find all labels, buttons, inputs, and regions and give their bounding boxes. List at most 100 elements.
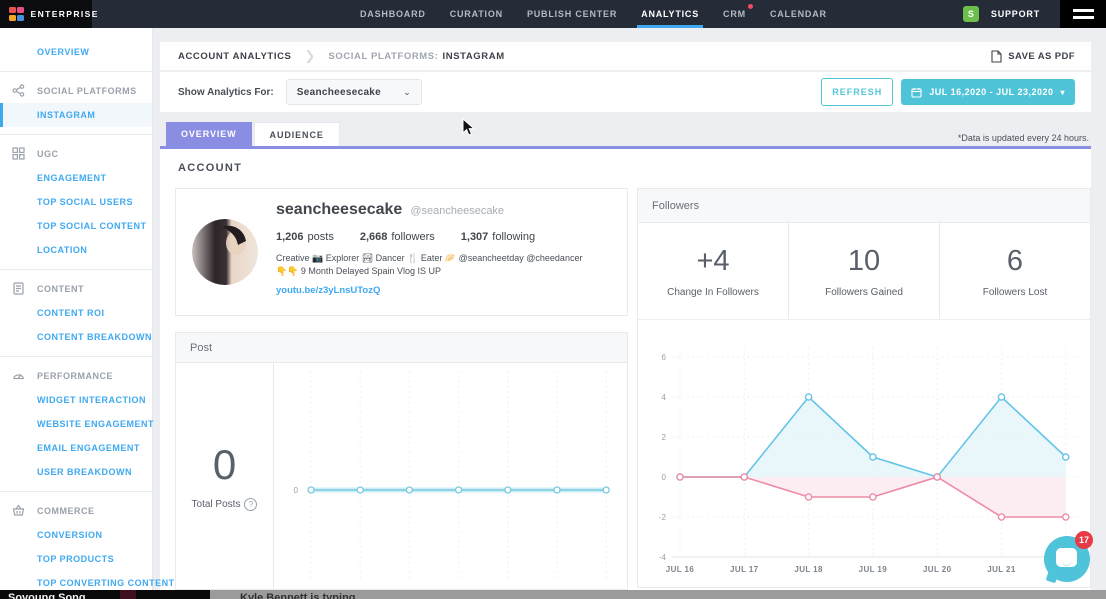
support-link[interactable]: SUPPORT [991,9,1040,19]
sidebar-item-location[interactable]: LOCATION [0,238,152,262]
data-point [934,474,940,480]
sidebar-group-label: UGC [37,149,59,159]
profile-link[interactable]: youtu.be/z3yLnsUTozQ [276,285,380,296]
sidebar-group-social-platforms: SOCIAL PLATFORMS [0,79,152,103]
sidebar-item-content-roi[interactable]: CONTENT ROI [0,301,152,325]
stat-followers-label: followers [391,231,434,243]
hamburger-menu-icon[interactable] [1060,0,1106,28]
profile-avatar [192,219,258,285]
x-tick-label: JUL 16 [666,565,695,574]
account-initial-badge[interactable]: S [963,6,979,22]
sidebar-group-label: CONTENT [37,284,84,294]
divider [0,269,152,270]
breadcrumb-account-analytics[interactable]: ACCOUNT ANALYTICS [178,51,291,62]
total-posts-label: Total Posts ? [192,498,258,511]
data-point [554,487,560,493]
stat-posts-label: posts [308,231,334,243]
posts-line-chart: 0 [274,363,627,589]
nav-curation[interactable]: CURATION [438,0,515,28]
sidebar-item-content-breakdown[interactable]: CONTENT BREAKDOWN [0,325,152,349]
followers-stats-row: +4 Change In Followers 10 Followers Gain… [638,223,1090,320]
stat-followers-gained: 10 Followers Gained [789,223,940,319]
breadcrumb-separator-icon: ❯ [304,42,315,70]
stat-following-label: following [492,231,535,243]
stat-label: Followers Gained [825,287,903,298]
refresh-button[interactable]: REFRESH [821,78,893,106]
gauge-icon [12,369,26,383]
data-update-note: *Data is updated every 24 hours. [958,133,1089,146]
x-tick-label: JUL 18 [794,565,823,574]
save-as-pdf-label: SAVE AS PDF [1008,51,1075,62]
sidebar-item-instagram[interactable]: INSTAGRAM [0,103,152,127]
breadcrumb-platform-prefix: SOCIAL PLATFORMS: [328,51,438,62]
show-analytics-label: Show Analytics For: [178,87,274,98]
logo-square-red [9,7,16,14]
profile-bio-line1: Creative 📷 Explorer 🏞 Dancer 🍴 Eater 🥟 @… [276,252,616,265]
y-tick-label: 0 [294,486,299,495]
nav-crm[interactable]: CRM [711,0,758,28]
nav-calendar[interactable]: CALENDAR [758,0,839,28]
x-tick-label: JUL 17 [730,565,759,574]
date-range-button[interactable]: JUL 16,2020 - JUL 23,2020 ▾ [901,79,1075,105]
sidebar-item-user-breakdown[interactable]: USER BREAKDOWN [0,460,152,484]
data-point [406,487,412,493]
sidebar-item-top-social-content[interactable]: TOP SOCIAL CONTENT [0,214,152,238]
sidebar-item-top-products[interactable]: TOP PRODUCTS [0,547,152,571]
collage-icon [12,147,26,161]
chevron-down-icon: ▾ [1060,88,1065,97]
tab-overview[interactable]: OVERVIEW [166,122,252,146]
nav-analytics[interactable]: ANALYTICS [629,0,711,28]
help-icon[interactable]: ? [244,498,257,511]
stat-followers-lost: 6 Followers Lost [940,223,1090,319]
data-point [456,487,462,493]
sidebar-item-widget-interaction[interactable]: WIDGET INTERACTION [0,388,152,412]
y-tick-label: 4 [662,393,667,402]
sidebar-item-top-social-users[interactable]: TOP SOCIAL USERS [0,190,152,214]
account-select-dropdown[interactable]: Seancheesecake ⌄ [286,79,422,105]
sidebar-item-website-engagement[interactable]: WEBSITE ENGAGEMENT [0,412,152,436]
data-point [998,514,1004,520]
total-posts-block: 0 Total Posts ? [176,363,274,589]
stat-followers-value: 2,668 [360,231,388,243]
stat-value: 10 [848,245,880,278]
stat-value: +4 [696,245,729,278]
main-content: ACCOUNT seancheesecake @seancheesecake 1… [160,149,1091,590]
nav-publish-center[interactable]: PUBLISH CENTER [515,0,629,28]
profile-bio-line2: 👇👇 9 Month Delayed Spain Vlog IS UP [276,265,616,278]
profile-name-row: seancheesecake @seancheesecake [276,201,504,219]
data-point [308,487,314,493]
breadcrumb-platform-value: INSTAGRAM [443,51,505,62]
stat-label: Change In Followers [667,287,759,298]
profile-username: seancheesecake [276,201,402,219]
x-tick-label: JUL 19 [859,565,888,574]
data-point [741,474,747,480]
stat-following: 1,307following [461,231,535,243]
sidebar-item-engagement[interactable]: ENGAGEMENT [0,166,152,190]
sidebar-group-label: SOCIAL PLATFORMS [37,86,137,96]
tab-audience[interactable]: AUDIENCE [254,122,340,146]
sidebar-item-overview[interactable]: OVERVIEW [0,40,152,64]
sidebar-item-conversion[interactable]: CONVERSION [0,523,152,547]
app-root: ENTERPRISE DASHBOARD CURATION PUBLISH CE… [0,0,1106,599]
nav-dashboard[interactable]: DASHBOARD [348,0,438,28]
data-point [870,494,876,500]
total-posts-label-text: Total Posts [192,499,241,510]
logo-square-yellow [9,15,16,22]
post-panel: Post 0 Total Posts ? 0 [175,332,628,590]
profile-handle: @seancheesecake [410,205,504,217]
bottom-overlay-bar: Soyoung Song Kyle Bennett is typing [0,590,1106,599]
sidebar: OVERVIEW SOCIAL PLATFORMS INSTAGRAM UGC … [0,28,153,599]
total-posts-value: 0 [213,441,236,489]
post-panel-title: Post [176,333,627,363]
main-nav: DASHBOARD CURATION PUBLISH CENTER ANALYT… [348,0,839,28]
chat-widget-button[interactable]: 17 [1044,536,1090,582]
data-point [677,474,683,480]
sidebar-item-email-engagement[interactable]: EMAIL ENGAGEMENT [0,436,152,460]
brand-logo-block[interactable]: ENTERPRISE [0,0,92,28]
stat-label: Followers Lost [983,287,1047,298]
followers-line-chart: 6420-2-4JUL 16JUL 17JUL 18JUL 19JUL 20JU… [638,320,1090,587]
filter-bar: Show Analytics For: Seancheesecake ⌄ REF… [160,72,1091,112]
save-as-pdf-button[interactable]: SAVE AS PDF [991,50,1075,63]
logo-square-pink [17,7,24,14]
stat-posts: 1,206posts [276,231,334,243]
